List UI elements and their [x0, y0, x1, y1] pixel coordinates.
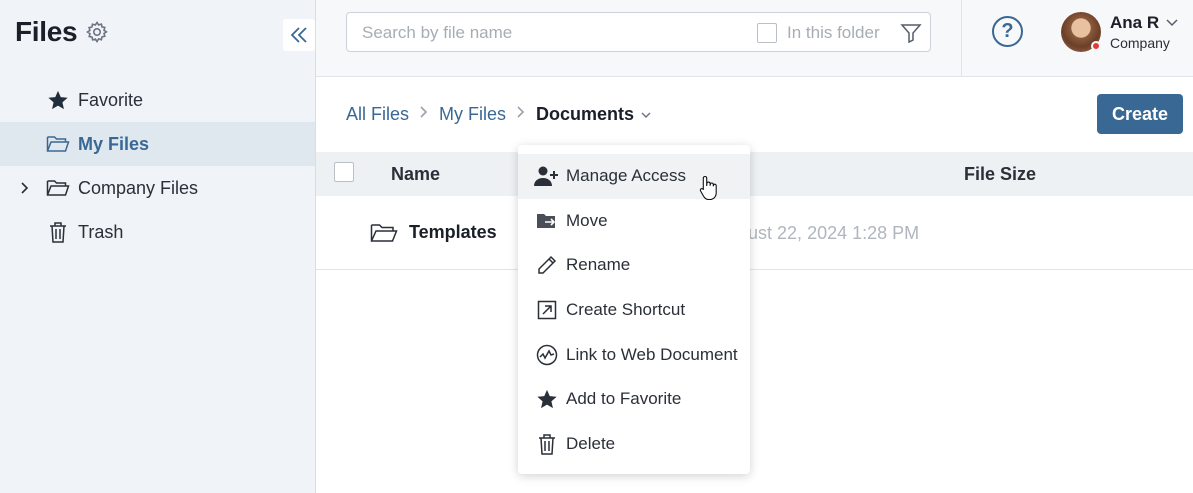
create-button[interactable]: Create — [1097, 94, 1183, 134]
app-title: Files — [15, 16, 78, 47]
menu-item-label: Link to Web Document — [566, 344, 738, 364]
shortcut-icon — [534, 298, 560, 322]
folder-open-icon — [46, 176, 70, 200]
in-this-folder-toggle[interactable]: In this folder — [757, 23, 880, 43]
sidebar-item-trash[interactable]: Trash — [0, 210, 315, 254]
breadcrumb-current-folder[interactable]: Documents — [536, 104, 652, 125]
menu-item-move[interactable]: Move — [518, 199, 750, 244]
sidebar-item-label: Trash — [78, 221, 124, 242]
sidebar-item-company-files[interactable]: Company Files — [0, 166, 315, 210]
chevron-right-icon[interactable] — [18, 178, 32, 198]
sidebar-item-favorite[interactable]: Favorite — [0, 78, 315, 122]
user-name: Ana R — [1110, 13, 1160, 32]
gear-icon[interactable] — [85, 20, 109, 44]
menu-item-delete[interactable]: Delete — [518, 422, 750, 467]
pencil-icon — [534, 253, 560, 277]
select-all-checkbox[interactable] — [334, 162, 354, 182]
in-this-folder-label: In this folder — [787, 23, 880, 42]
user-add-icon — [534, 164, 560, 188]
topbar-divider — [961, 0, 962, 77]
chevron-right-icon — [419, 105, 429, 124]
search-box: In this folder — [346, 12, 931, 52]
current-folder-label: Documents — [536, 104, 635, 124]
collapse-sidebar-button[interactable] — [283, 19, 315, 51]
hand-cursor-icon — [699, 175, 717, 201]
menu-item-rename[interactable]: Rename — [518, 243, 750, 288]
folder-open-icon — [370, 222, 398, 244]
menu-item-link-web-document[interactable]: Link to Web Document — [518, 332, 750, 377]
star-icon — [534, 387, 560, 411]
menu-item-label: Rename — [566, 255, 631, 275]
help-button[interactable]: ? — [992, 16, 1023, 47]
double-chevron-left-icon — [290, 27, 307, 43]
sidebar-header: Files — [15, 16, 109, 48]
sidebar: Files Favorite My Files Company Files Tr… — [0, 0, 316, 493]
star-icon — [46, 88, 70, 112]
table-row[interactable]: Templates August 22, 2024 1:28 PM — [316, 196, 1193, 270]
filter-icon[interactable] — [900, 22, 922, 44]
menu-item-add-to-favorite[interactable]: Add to Favorite — [518, 377, 750, 422]
sidebar-item-label: Company Files — [78, 177, 199, 198]
web-link-icon — [534, 343, 560, 367]
menu-item-create-shortcut[interactable]: Create Shortcut — [518, 288, 750, 333]
trash-icon — [534, 432, 560, 456]
user-company: Company — [1110, 35, 1170, 51]
menu-item-label: Delete — [566, 433, 616, 453]
sidebar-item-label: My Files — [78, 133, 150, 154]
trash-icon — [46, 220, 70, 244]
menu-item-label: Add to Favorite — [566, 389, 682, 409]
folder-open-icon — [46, 132, 70, 156]
move-folder-icon — [534, 209, 560, 233]
breadcrumb-my-files[interactable]: My Files — [439, 104, 506, 125]
search-input[interactable] — [362, 21, 742, 45]
chevron-down-icon — [1166, 19, 1178, 27]
status-dot — [1091, 41, 1101, 51]
column-header-file-size[interactable]: File Size — [964, 164, 1036, 185]
top-bar: In this folder ? Ana R Company — [316, 0, 1193, 77]
breadcrumb: All Files My Files Documents — [346, 104, 652, 125]
table-header: Name File Size — [316, 152, 1193, 196]
in-this-folder-checkbox[interactable] — [757, 23, 777, 43]
menu-item-label: Move — [566, 210, 608, 230]
chevron-right-icon — [516, 105, 526, 124]
row-file-name[interactable]: Templates — [409, 222, 497, 243]
menu-item-label: Create Shortcut — [566, 300, 686, 320]
breadcrumb-all-files[interactable]: All Files — [346, 104, 409, 125]
sidebar-nav: Favorite My Files Company Files Trash — [0, 78, 315, 254]
column-header-name[interactable]: Name — [391, 164, 440, 185]
sidebar-item-my-files[interactable]: My Files — [0, 122, 315, 166]
chevron-down-icon — [641, 112, 651, 118]
menu-item-label: Manage Access — [566, 166, 687, 186]
user-menu[interactable]: Ana R — [1110, 13, 1179, 33]
sidebar-item-label: Favorite — [78, 89, 144, 110]
